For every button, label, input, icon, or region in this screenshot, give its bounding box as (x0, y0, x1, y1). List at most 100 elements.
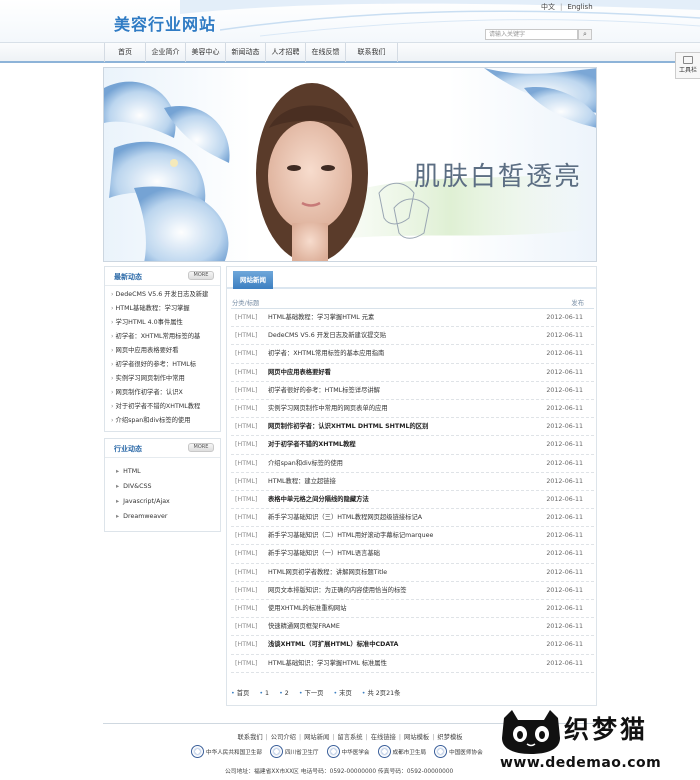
news-title-link[interactable]: 实例学习网页制作中常用的网页表单的应用 (268, 400, 388, 418)
news-title-link[interactable]: 网页制作初学者：认识XHTML DHTML SHTML的区别 (268, 418, 428, 436)
news-category-link[interactable]: [HTML] (235, 545, 257, 563)
news-category-link[interactable]: [HTML] (235, 327, 257, 345)
news-title-link[interactable]: 初学者：XHTML常用标签的基本应用指南 (268, 345, 384, 363)
authority-badge[interactable]: 中华医学会 (326, 745, 370, 758)
news-category-link[interactable]: [HTML] (235, 345, 257, 363)
news-category-link[interactable]: [HTML] (235, 655, 257, 673)
nav-feedback[interactable]: 在线反馈 (306, 43, 346, 62)
news-title-link[interactable]: HTML基础教程：学习掌握HTML 元素 (268, 309, 374, 327)
news-date: 2012-06-11 (546, 368, 583, 376)
news-title-link[interactable]: 浅谈XHTML（可扩展HTML）标准中CDATA (268, 636, 398, 654)
footer-link[interactable]: 织梦模板 (437, 734, 462, 741)
latest-news-item[interactable]: › 网页制作初学者：认识X (111, 386, 220, 400)
news-title-link[interactable]: 介绍span和div标签的使用 (268, 455, 343, 473)
footer-link[interactable]: 在线链接 (371, 734, 396, 741)
latest-news-item[interactable]: › HTML基础教程：学习掌握 (111, 302, 220, 316)
news-category-link[interactable]: [HTML] (235, 564, 257, 582)
nav-home[interactable]: 首页 (104, 43, 146, 62)
tab-site-news[interactable]: 网站新闻 (233, 271, 273, 289)
footer-link[interactable]: 网站新闻 (304, 734, 329, 741)
latest-news-list: › DedeCMS V5.6 开发日志及新建 › HTML基础教程：学习掌握 › 学习HT… (105, 286, 220, 428)
industry-category-item[interactable]: ▸ Javascript/Ajax (111, 494, 220, 509)
site-logo[interactable]: 美容行业网站 (114, 11, 216, 35)
search-button[interactable]: ⌕ (578, 29, 592, 40)
industry-category-item[interactable]: ▸ HTML (111, 464, 220, 479)
news-category-link[interactable]: [HTML] (235, 527, 257, 545)
news-title-link[interactable]: 对于初学者不错的XHTML教程 (268, 436, 356, 454)
news-category-link[interactable]: [HTML] (235, 491, 257, 509)
latest-news-item[interactable]: › 对于初学者不错的XHTML教程 (111, 400, 220, 414)
latest-news-item[interactable]: › 实例学习网页制作中常用 (111, 372, 220, 386)
news-category-link[interactable]: [HTML] (235, 364, 257, 382)
news-category-link[interactable]: [HTML] (235, 382, 257, 400)
news-title-link[interactable]: 使用XHTML的标准重构网站 (268, 600, 347, 618)
pager-summary: 共 2页21条 (367, 690, 401, 697)
news-title-link[interactable]: 新手学习基础知识（二）HTML用好滚动字幕标记marquee (268, 527, 433, 545)
news-title-link[interactable]: 新手学习基础知识（三）HTML教程网页超级链接标记A (268, 509, 422, 527)
news-row: [HTML] DedeCMS V5.6 开发日志及新建议提交贴 2012-06-11 (231, 327, 594, 346)
search-input[interactable]: 请输入关键字 (485, 29, 578, 40)
news-title-link[interactable]: HTML基础知识：学习掌握HTML 标准属性 (268, 655, 387, 673)
news-category-link[interactable]: [HTML] (235, 600, 257, 618)
nav-jobs[interactable]: 人才招聘 (266, 43, 306, 62)
lang-english-link[interactable]: English (567, 3, 592, 11)
latest-news-item[interactable]: › 学习HTML 4.0事件属性 (111, 316, 220, 330)
news-row: [HTML] HTML基础知识：学习掌握HTML 标准属性 2012-06-11 (231, 655, 594, 673)
industry-category-item[interactable]: ▸ Dreamweaver (111, 509, 220, 524)
pager-next[interactable]: 下一页 (305, 690, 324, 697)
authority-badge[interactable]: 四川省卫生厅 (269, 745, 319, 758)
news-category-link[interactable]: [HTML] (235, 473, 257, 491)
authority-badge[interactable]: 中国医师协会 (434, 745, 483, 758)
news-category-link[interactable]: [HTML] (235, 509, 257, 527)
news-date: 2012-06-11 (546, 514, 583, 522)
footer-link[interactable]: 公司介绍 (271, 734, 296, 741)
authority-badge[interactable]: 中华人民共和国卫生部 (191, 745, 262, 758)
nav-about[interactable]: 企业简介 (146, 43, 186, 62)
news-title-link[interactable]: HTML网页初学者教程：讲解网页标题Title (268, 564, 387, 582)
news-category-link[interactable]: [HTML] (235, 455, 257, 473)
badge-label: 中华医学会 (341, 749, 370, 756)
news-title-link[interactable]: 初学者很好的参考：HTML标签详尽讲解 (268, 382, 380, 400)
news-category-link[interactable]: [HTML] (235, 309, 257, 327)
bullet-icon: › (111, 347, 114, 354)
latest-news-item[interactable]: › DedeCMS V5.6 开发日志及新建 (111, 288, 220, 302)
news-title-link[interactable]: 快速精通网页框架FRAME (268, 618, 340, 636)
news-title-link[interactable]: HTML教程：建立超链接 (268, 473, 336, 491)
news-title-link[interactable]: 网页文本排版知识：为正确的内容使用恰当的标签 (268, 582, 407, 600)
latest-more-button[interactable]: MORE (188, 271, 214, 280)
news-title-link[interactable]: 网页中应用表格要好看 (268, 364, 331, 382)
news-category-link[interactable]: [HTML] (235, 636, 257, 654)
latest-news-item[interactable]: › 网页中应用表格要好看 (111, 344, 220, 358)
badge-label: 中国医师协会 (449, 749, 483, 756)
news-date: 2012-06-11 (546, 568, 583, 576)
pager-first[interactable]: 首页 (237, 690, 250, 697)
latest-news-item[interactable]: › 初学者：XHTML常用标签的基 (111, 330, 220, 344)
news-category-link[interactable]: [HTML] (235, 418, 257, 436)
pager-page-1[interactable]: 1 (265, 690, 269, 697)
news-category-link[interactable]: [HTML] (235, 582, 257, 600)
authority-badge[interactable]: 成都市卫生局 (377, 745, 426, 758)
toolbar-button[interactable]: 工具栏 (675, 52, 700, 79)
news-title-link[interactable]: DedeCMS V5.6 开发日志及新建议提交贴 (268, 327, 386, 345)
pager-last[interactable]: 末页 (339, 690, 352, 697)
news-title-link[interactable]: 表格中单元格之间分隔线的隐藏方法 (268, 491, 369, 509)
industry-more-button[interactable]: MORE (188, 443, 214, 452)
nav-news[interactable]: 新闻动态 (226, 43, 266, 62)
news-title-link[interactable]: 新手学习基础知识（一）HTML语言基础 (268, 545, 380, 563)
latest-news-label: 初学者：XHTML常用标签的基 (115, 333, 201, 340)
latest-news-item[interactable]: › 初学者很好的参考：HTML标 (111, 358, 220, 372)
latest-news-item[interactable]: › 介绍span和div标签的使用 (111, 414, 220, 428)
nav-contact[interactable]: 联系我们 (346, 43, 398, 62)
news-row: [HTML] 网页制作初学者：认识XHTML DHTML SHTML的区别 2012… (231, 418, 594, 437)
lang-chinese-link[interactable]: 中文 (541, 2, 555, 12)
pager-page-2[interactable]: 2 (285, 690, 289, 697)
footer-link[interactable]: 留言系统 (337, 734, 362, 741)
bullet-icon: ▸ (116, 468, 120, 475)
nav-beauty-center[interactable]: 美容中心 (186, 43, 226, 62)
news-category-link[interactable]: [HTML] (235, 618, 257, 636)
news-category-link[interactable]: [HTML] (235, 400, 257, 418)
news-category-link[interactable]: [HTML] (235, 436, 257, 454)
footer-link[interactable]: 网站模板 (404, 734, 429, 741)
footer-link[interactable]: 联系我们 (237, 734, 262, 741)
industry-category-item[interactable]: ▸ DIV&CSS (111, 479, 220, 494)
